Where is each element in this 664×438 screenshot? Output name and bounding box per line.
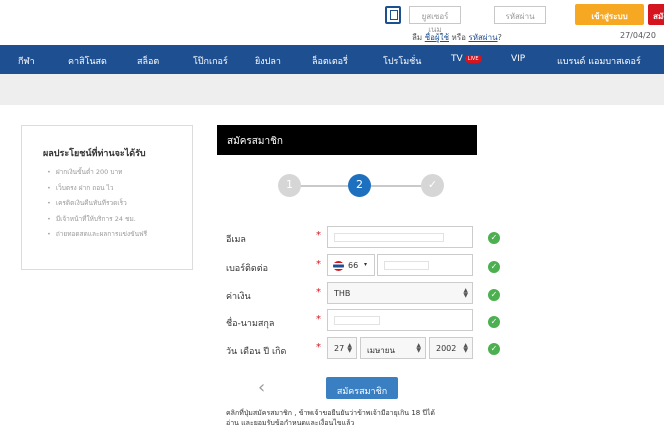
join-button[interactable]: สมัคร	[648, 4, 664, 25]
forgot-or: หรือ	[451, 33, 466, 42]
select-arrows-icon: ▲ ▼	[463, 287, 468, 299]
fullname-label: ชื่อ-นามสกุล	[226, 319, 275, 329]
register-submit-button[interactable]: สมัครสมาชิก	[326, 377, 398, 399]
fullname-valid-check-icon: ✓	[488, 316, 500, 328]
required-mark: *	[316, 314, 321, 325]
benefits-title: ผลประโยชน์ที่ท่านจะได้รับ	[43, 149, 146, 159]
email-valid-check-icon: ✓	[488, 232, 500, 244]
top-bar: ยูสเซอร์เนม รหัสผ่าน เข้าสู่ระบบ สมัคร ล…	[0, 0, 664, 45]
dob-year-select[interactable]: 2002 ▲ ▼	[429, 337, 473, 359]
required-mark: *	[316, 259, 321, 270]
back-chevron-icon[interactable]: ‹	[258, 377, 265, 398]
email-field-mask	[334, 233, 444, 242]
forgot-suffix: ?	[497, 33, 502, 42]
login-button[interactable]: เข้าสู่ระบบ	[575, 4, 644, 25]
forgot-credentials: ลืม ชื่อผู้ใช้ หรือ รหัสผ่าน?	[412, 31, 502, 44]
mobile-icon[interactable]	[385, 6, 401, 24]
benefit-item: เครดิตเงินคืนทันทีรวดเร็ว	[47, 198, 147, 214]
select-arrows-icon: ▲ ▼	[347, 342, 352, 354]
dob-day-value: 27	[334, 344, 345, 353]
step-3-check-icon: ✓	[421, 174, 444, 197]
dob-valid-check-icon: ✓	[488, 343, 500, 355]
chevron-down-icon: ▾	[364, 261, 368, 268]
registration-header: สมัครสมาชิก	[217, 125, 477, 155]
currency-value: THB	[334, 289, 351, 298]
forgot-prefix: ลืม	[412, 33, 423, 42]
forgot-password-link[interactable]: รหัสผ่าน	[468, 33, 497, 42]
grey-banner	[0, 74, 664, 105]
step-2-active: 2	[348, 174, 371, 197]
select-arrows-icon: ▲ ▼	[463, 342, 468, 354]
phone-label: เบอร์ติดต่อ	[226, 264, 268, 274]
currency-valid-check-icon: ✓	[488, 289, 500, 301]
terms-line-2: อ่าน และยอมรับข้อกำหนดและเงื่อนไขแล้ว	[226, 419, 355, 427]
password-input[interactable]: รหัสผ่าน	[494, 6, 546, 24]
benefit-item: มีเจ้าหน้าที่ให้บริการ 24 ชม.	[47, 214, 147, 230]
step-1: 1	[278, 174, 301, 197]
terms-text: คลิกที่ปุ่มสมัครสมาชิก , ข้าพเจ้าขอยืนยั…	[226, 408, 435, 428]
nav-item-poker[interactable]: โป๊กเกอร์	[193, 54, 228, 68]
nav-item-vip[interactable]: VIP	[511, 54, 525, 64]
nav-item-tv-label: TV	[451, 54, 463, 64]
email-field[interactable]	[327, 226, 473, 248]
username-input[interactable]: ยูสเซอร์เนม	[409, 6, 461, 34]
phone-field[interactable]	[377, 254, 473, 276]
benefit-item: ฝากเงินขั้นต่ำ 200 บาท	[47, 167, 147, 183]
nav-item-brand-ambassador[interactable]: แบรนด์ แอมบาสเดอร์	[557, 54, 641, 68]
benefit-item: ถ่ายทอดสดและผลการแข่งขันฟรี	[47, 229, 147, 245]
benefit-item: เว็บตรง ฝาก ถอน ไว	[47, 183, 147, 199]
dob-label: วัน เดือน ปี เกิด	[226, 347, 287, 357]
nav-item-live-casino[interactable]: คาสิโนสด	[68, 54, 107, 68]
thailand-flag-icon	[333, 261, 344, 271]
required-mark: *	[316, 287, 321, 298]
currency-label: ค่าเงิน	[226, 292, 251, 302]
nav-item-promotions[interactable]: โปรโมชั่น	[383, 54, 421, 68]
main-nav: กีฬา คาสิโนสด สล็อต โป๊กเกอร์ ยิงปลา ล็อ…	[0, 45, 664, 74]
step-connector	[300, 185, 348, 187]
forgot-username-link[interactable]: ชื่อผู้ใช้	[425, 33, 449, 42]
benefits-panel: ผลประโยชน์ที่ท่านจะได้รับ ฝากเงินขั้นต่ำ…	[21, 125, 193, 270]
phone-code: 66	[348, 261, 359, 270]
dob-year-value: 2002	[436, 344, 457, 353]
required-mark: *	[316, 342, 321, 353]
current-date: 27/04/20	[620, 31, 656, 40]
nav-item-tv[interactable]: TV LIVE	[451, 54, 482, 64]
required-mark: *	[316, 230, 321, 241]
fullname-field-mask	[334, 316, 380, 325]
dob-day-select[interactable]: 27 ▲ ▼	[327, 337, 357, 359]
phone-field-mask	[384, 261, 429, 270]
dob-month-value: เมษายน	[367, 346, 395, 355]
nav-item-fishing[interactable]: ยิงปลา	[255, 54, 281, 68]
select-arrows-icon: ▲ ▼	[416, 342, 421, 354]
live-badge: LIVE	[464, 54, 482, 63]
dob-month-select[interactable]: เมษายน ▲ ▼	[360, 337, 426, 359]
nav-item-sports[interactable]: กีฬา	[18, 54, 35, 68]
email-label: อีเมล	[226, 235, 246, 245]
step-connector	[371, 185, 421, 187]
benefits-list: ฝากเงินขั้นต่ำ 200 บาท เว็บตรง ฝาก ถอน ไ…	[47, 167, 147, 245]
nav-item-slots[interactable]: สล็อต	[137, 54, 159, 68]
phone-valid-check-icon: ✓	[488, 261, 500, 273]
currency-select[interactable]: THB ▲ ▼	[327, 282, 473, 304]
terms-line-1: คลิกที่ปุ่มสมัครสมาชิก , ข้าพเจ้าขอยืนยั…	[226, 409, 435, 417]
nav-item-lottery[interactable]: ล็อตเตอรี่	[312, 54, 348, 68]
fullname-field[interactable]	[327, 309, 473, 331]
phone-country-select[interactable]: 66 ▾	[327, 254, 375, 276]
